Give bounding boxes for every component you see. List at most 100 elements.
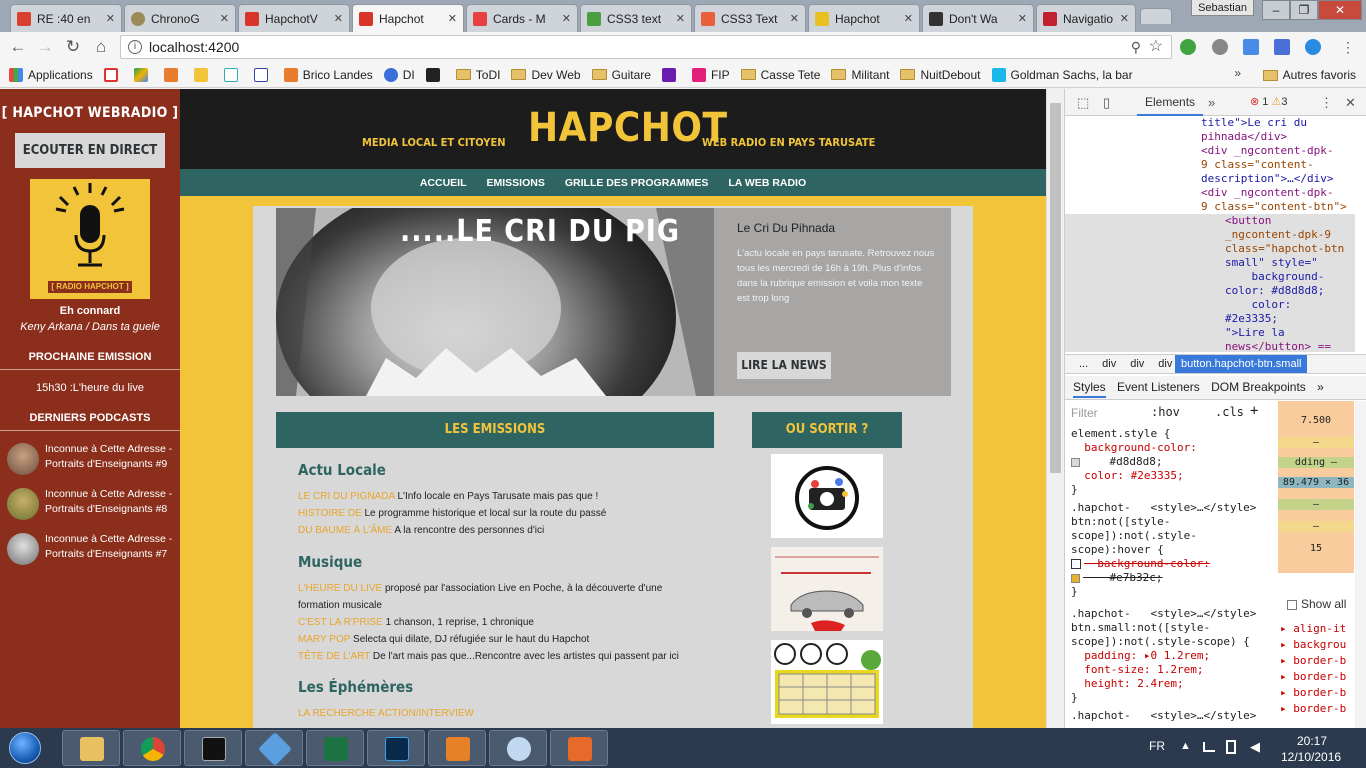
other-bookmarks[interactable]: Autres favoris (1262, 62, 1356, 88)
reload-icon[interactable]: ↻ (63, 37, 83, 57)
breadcrumb-item[interactable]: div (1158, 358, 1172, 370)
style-line[interactable]: background-color: (1071, 441, 1197, 455)
emission-name[interactable]: LA RECHERCHE ACTION/INTERVIEW (298, 708, 474, 719)
poster-loto[interactable] (771, 640, 883, 724)
battery-icon[interactable] (1226, 740, 1236, 754)
tab-styles[interactable]: Styles (1073, 380, 1106, 398)
class-toggle[interactable]: .cls (1215, 405, 1244, 419)
emission-item[interactable]: DU BAUME À L'ÂME A la rencontre des pers… (298, 522, 688, 539)
bookmark-militant[interactable]: Militant (831, 68, 889, 82)
tab-elements[interactable]: Elements (1137, 89, 1204, 116)
close-tab-icon[interactable]: ✕ (562, 12, 571, 25)
emission-item[interactable]: C'EST LA R'PRISE 1 chanson, 1 reprise, 1… (298, 614, 688, 631)
podcast-item[interactable]: Inconnue à Cette Adresse - Portraits d'E… (7, 486, 177, 522)
back-icon[interactable]: ← (8, 37, 28, 57)
language-indicator[interactable]: FR (1149, 739, 1165, 753)
bookmark-drive[interactable] (133, 67, 153, 82)
close-tab-icon[interactable]: ✕ (676, 12, 685, 25)
emission-name[interactable]: HISTOIRE DE (298, 508, 362, 519)
extension-icon[interactable] (1243, 39, 1259, 55)
nav-emissions[interactable]: EMISSIONS (487, 177, 545, 189)
scrollbar-thumb[interactable] (1050, 103, 1061, 473)
devtools-menu-icon[interactable]: ⋮ (1320, 95, 1333, 111)
bookmark-nuitdebout[interactable]: NuitDebout (900, 68, 981, 82)
browser-tab[interactable]: Cards - M ✕ (466, 4, 578, 32)
tab-dom-breakpoints[interactable]: DOM Breakpoints (1211, 380, 1306, 394)
profile-badge[interactable]: Sebastian (1191, 0, 1254, 16)
bookmark-apps[interactable]: Applications (9, 67, 93, 82)
emission-name[interactable]: C'EST LA R'PRISE (298, 617, 383, 628)
emission-item[interactable]: LE CRI DU PIGNADA L'Info locale en Pays … (298, 488, 688, 505)
new-tab-button[interactable] (1140, 8, 1172, 24)
bookmark-fip[interactable]: FIP (691, 67, 730, 82)
close-tab-icon[interactable]: ✕ (790, 12, 799, 25)
address-bar[interactable]: i localhost:4200 ⚲ ☆ (120, 35, 1172, 59)
hover-state-toggle[interactable]: :hov (1151, 405, 1180, 419)
taskbar-paint[interactable] (489, 730, 547, 766)
bookmark-di[interactable]: DI (383, 67, 415, 82)
taskbar-photoshop[interactable] (367, 730, 425, 766)
bookmark-brico-landes[interactable]: Brico Landes (283, 67, 373, 82)
bookmarks-overflow-button[interactable]: » (1234, 66, 1241, 80)
page-scrollbar[interactable] (1046, 89, 1064, 728)
bookmark-box[interactable] (163, 67, 183, 82)
close-tab-icon[interactable]: ✕ (1120, 12, 1129, 25)
browser-tab[interactable]: Navigatio ✕ (1036, 4, 1136, 32)
styles-filter-input[interactable]: Filter (1071, 406, 1098, 420)
podcast-item[interactable]: Inconnue à Cette Adresse - Portraits d'E… (7, 531, 177, 567)
breadcrumb-item[interactable]: ... (1079, 358, 1088, 370)
bookmark-blabla[interactable] (223, 67, 243, 82)
property-checkbox[interactable] (1071, 559, 1081, 569)
breadcrumb-item[interactable]: div (1130, 358, 1144, 370)
checkbox-icon[interactable] (1287, 599, 1297, 610)
poster-bruler-des-voitures[interactable] (771, 547, 883, 631)
close-tab-icon[interactable]: ✕ (448, 12, 457, 25)
emission-item[interactable]: MARY POP Selecta qui dilate, DJ réfugiée… (298, 631, 688, 648)
emission-name[interactable]: LE CRI DU PIGNADA (298, 491, 395, 502)
extension-icon[interactable] (1180, 39, 1196, 55)
read-news-button[interactable]: LIRE LA NEWS (737, 352, 831, 379)
taskbar-excel[interactable] (306, 730, 364, 766)
close-tab-icon[interactable]: ✕ (106, 12, 115, 25)
menu-icon[interactable]: ⋮ (1338, 37, 1358, 57)
close-tab-icon[interactable]: ✕ (1018, 12, 1027, 25)
color-swatch[interactable] (1071, 573, 1080, 583)
close-devtools-icon[interactable]: ✕ (1345, 95, 1356, 111)
emission-name[interactable]: L'HEURE DU LIVE (298, 583, 382, 594)
emission-name[interactable]: MARY POP (298, 634, 350, 645)
style-line[interactable]: font-size: 1.2rem; (1071, 663, 1203, 677)
inspect-icon[interactable]: ⬚ (1077, 95, 1089, 111)
show-all-checkbox[interactable]: Show all (1287, 597, 1346, 611)
browser-tab-active[interactable]: Hapchot ✕ (352, 4, 464, 32)
home-icon[interactable]: ⌂ (91, 37, 111, 57)
zoom-icon[interactable]: ⚲ (1131, 36, 1141, 58)
breadcrumb-item[interactable]: div (1102, 358, 1116, 370)
translate-icon[interactable] (1274, 39, 1290, 55)
browser-tab[interactable]: Don't Wa ✕ (922, 4, 1034, 32)
site-name[interactable]: HAPCHOT (528, 105, 728, 151)
volume-icon[interactable]: ◀ (1250, 739, 1260, 755)
close-tab-icon[interactable]: ✕ (904, 12, 913, 25)
browser-tab[interactable]: RE :40 en ✕ (10, 4, 122, 32)
breadcrumb-selected[interactable]: button.hapchot-btn.small (1175, 355, 1308, 373)
style-line[interactable]: background-color: (1071, 557, 1210, 571)
taskbar-cmd[interactable] (184, 730, 242, 766)
emission-item[interactable]: LA RECHERCHE ACTION/INTERVIEW (298, 705, 688, 722)
tray-chevron-icon[interactable]: ▲ (1180, 740, 1191, 752)
browser-tab[interactable]: CSS3 text ✕ (580, 4, 692, 32)
dom-line[interactable]: <div _ngcontent-dpk- (1201, 186, 1333, 200)
computed-property[interactable]: ▸ border-b (1280, 701, 1346, 717)
close-tab-icon[interactable]: ✕ (334, 12, 343, 25)
more-subtabs-icon[interactable]: » (1317, 380, 1324, 394)
browser-tab[interactable]: CSS3 Text ✕ (694, 4, 806, 32)
style-line[interactable]: height: 2.4rem; (1071, 677, 1183, 691)
computed-property[interactable]: ▸ border-b (1280, 669, 1346, 685)
bookmark-upr[interactable] (253, 67, 273, 82)
style-line[interactable]: #e7b32c; (1071, 571, 1162, 585)
browser-tab[interactable]: ChronoG ✕ (124, 4, 236, 32)
color-swatch[interactable] (1071, 457, 1080, 467)
bookmark-casse-tete[interactable]: Casse Tete (740, 68, 820, 82)
start-button[interactable] (3, 730, 51, 766)
bookmark-zt[interactable] (425, 67, 445, 82)
style-line[interactable]: padding: ▸0 1.2rem; (1071, 649, 1210, 663)
